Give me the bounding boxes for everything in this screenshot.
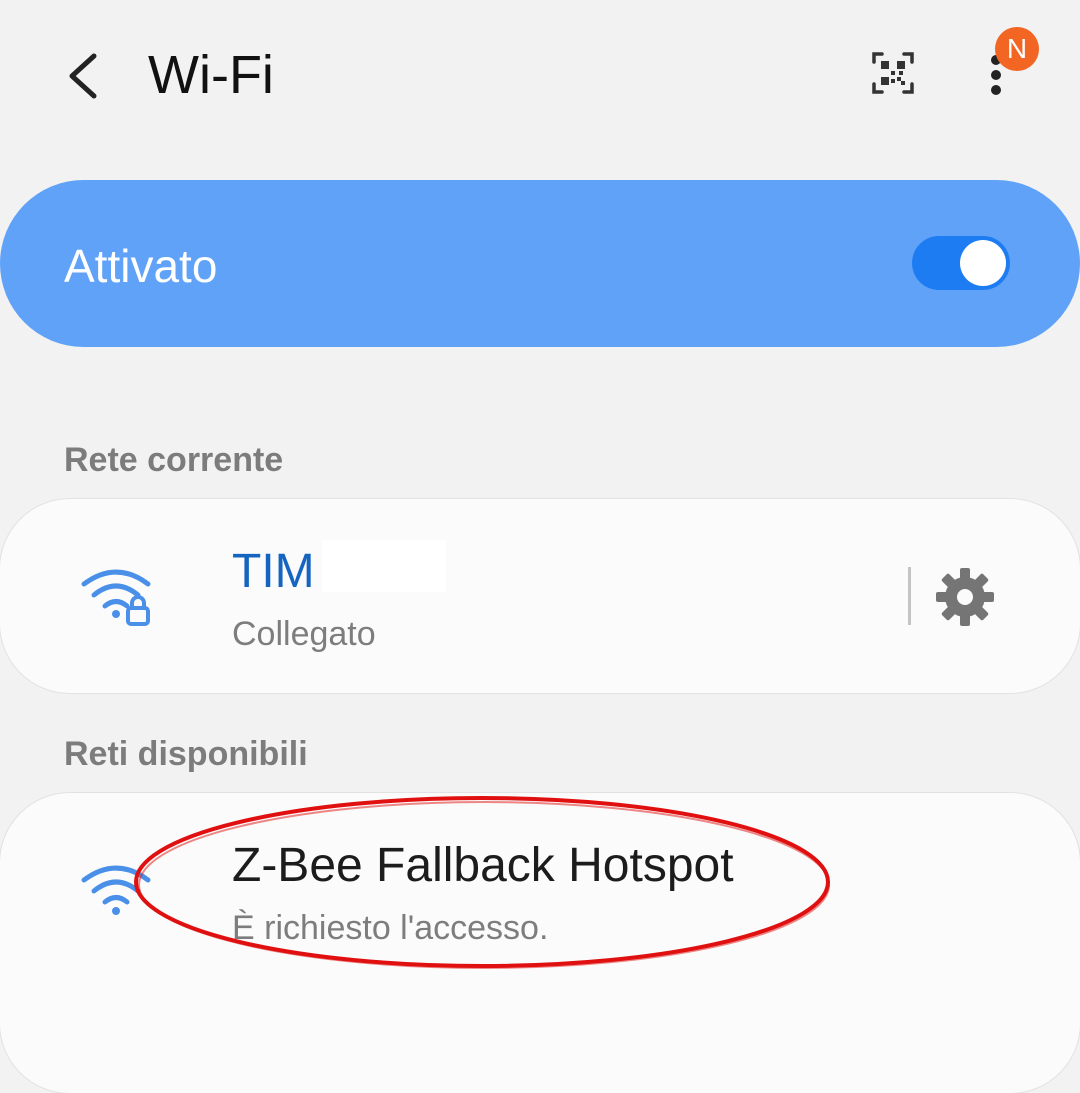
notification-badge: N (995, 27, 1039, 71)
current-network-card[interactable] (0, 499, 1080, 693)
list-item-network-name: Z-Bee Fallback Hotspot (232, 839, 734, 892)
current-network-name: TIM (232, 545, 315, 598)
network-settings-button[interactable] (934, 566, 996, 628)
switch-thumb (960, 240, 1006, 286)
vertical-divider (908, 567, 911, 625)
current-network-header: Rete corrente (64, 441, 284, 479)
qr-scan-button[interactable] (864, 44, 922, 102)
qr-scan-icon (872, 52, 914, 94)
page-title: Wi-Fi (148, 45, 274, 105)
back-button[interactable] (56, 44, 116, 104)
wifi-icon (78, 860, 158, 924)
current-network-status: Collegato (232, 615, 376, 653)
wifi-locked-icon (78, 562, 158, 626)
list-item-network-status: È richiesto l'accesso. (232, 909, 549, 947)
wifi-switch[interactable] (912, 236, 1010, 290)
available-networks-header: Reti disponibili (64, 735, 308, 773)
redaction-patch (322, 540, 446, 592)
gear-icon (936, 568, 994, 626)
back-arrow-icon (69, 53, 97, 99)
app-header: Wi-Fi N (0, 0, 1080, 150)
wifi-state-label: Attivato (64, 240, 218, 292)
